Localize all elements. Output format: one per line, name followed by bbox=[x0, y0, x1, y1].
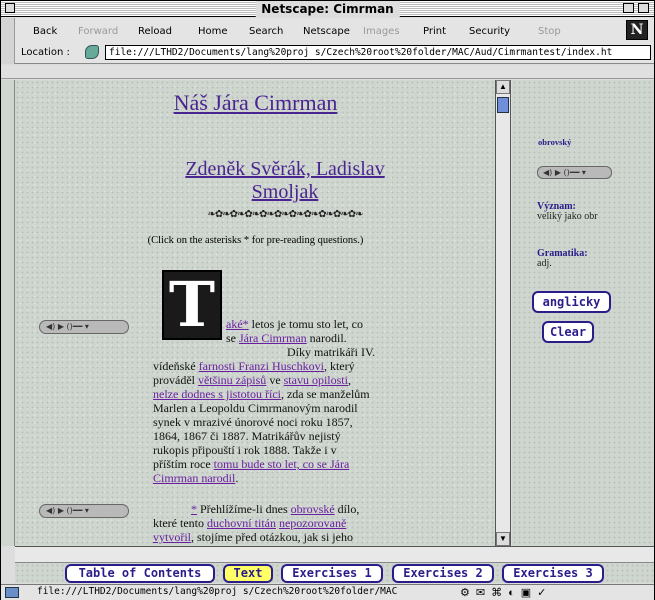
page-proxy-icon[interactable] bbox=[85, 45, 99, 59]
vocab-link[interactable]: Cimrman narodil bbox=[153, 471, 235, 485]
close-box[interactable] bbox=[5, 3, 15, 13]
nav-exercises-1[interactable]: Exercises 1 bbox=[281, 564, 383, 583]
audio-player-2[interactable]: ◀) ▶ ()━━ ▾ bbox=[39, 504, 129, 518]
location-field[interactable]: file:///LTHD2/Documents/lang%20proj s/Cz… bbox=[105, 45, 651, 60]
text-span: ve bbox=[266, 373, 284, 387]
home-button[interactable]: Home bbox=[198, 26, 228, 37]
browser-window: Netscape: Cimrman Back Forward Reload Ho… bbox=[0, 0, 655, 600]
scroll-up-arrow-icon[interactable]: ▲ bbox=[496, 80, 510, 94]
ornament-divider: ❧✿❧✿❧✿❧✿❧✿❧✿❧✿❧✿❧✿❧✿❧ bbox=[207, 209, 364, 219]
paragraph-1-body: vídeňské farnosti Franzi Huschkovi, kter… bbox=[153, 359, 488, 485]
text-span: příštím roce bbox=[153, 457, 214, 471]
netscape-button[interactable]: Netscape bbox=[303, 26, 350, 37]
search-button[interactable]: Search bbox=[249, 26, 283, 37]
scroll-thumb[interactable] bbox=[497, 97, 509, 113]
scroll-down-arrow-icon[interactable]: ▼ bbox=[496, 532, 510, 546]
vocab-link[interactable]: obrovské bbox=[291, 502, 335, 516]
text-span: narodil. bbox=[306, 331, 347, 345]
frame-divider bbox=[15, 546, 654, 562]
vocab-link[interactable]: duchovní titán bbox=[207, 516, 276, 530]
navigation-toolbar: Back Forward Reload Home Search Netscape… bbox=[1, 18, 654, 64]
clear-button[interactable]: Clear bbox=[542, 321, 594, 343]
grammar-value: adj. bbox=[537, 258, 552, 269]
text-span: prováděl bbox=[153, 373, 198, 387]
vocab-link[interactable]: nepozorovaně bbox=[279, 516, 346, 530]
glossary-word: obrovský bbox=[538, 137, 572, 147]
toolbar-collapse-grip[interactable] bbox=[1, 18, 15, 64]
text-span: letos je tomu sto let, co bbox=[248, 317, 363, 331]
text-span: , zda se manželům bbox=[280, 387, 370, 401]
netscape-logo[interactable]: N bbox=[626, 20, 648, 40]
drop-cap: T bbox=[162, 270, 222, 340]
stop-button: Stop bbox=[538, 26, 561, 37]
text-span: , stojíme před otázkou, jak si jeho bbox=[191, 530, 353, 544]
window-title: Netscape: Cimrman bbox=[255, 1, 400, 17]
text-span: . bbox=[235, 471, 239, 485]
vocab-link[interactable]: tomu bude sto let, co se Jára bbox=[214, 457, 350, 471]
component-bar-icons[interactable]: ⚙✉⌘◐▣✓ bbox=[460, 586, 650, 600]
content-scrollbar[interactable]: ▲ ▼ bbox=[496, 80, 511, 546]
authors-link[interactable]: Zdeněk Svěrák, Ladislav Smoljak bbox=[165, 158, 405, 204]
page-title[interactable]: Náš Jára Cimrman bbox=[15, 90, 495, 116]
bottom-navigation-frame: Table of Contents Text Exercises 1 Exerc… bbox=[15, 562, 654, 583]
text-span: Marlen a Leopoldu Cimrmanovým narodil bbox=[153, 401, 358, 415]
asterisk-link[interactable]: aké* bbox=[226, 317, 249, 331]
glossary-frame: obrovský ◀) ▶ ()━━ ▾ Význam: veliký jako… bbox=[512, 80, 654, 546]
text-span: rukopis připouští i rok 1888. Takže i v bbox=[153, 443, 337, 457]
images-button: Images bbox=[363, 26, 400, 37]
paragraph-1-line3: Díky matrikáři IV. bbox=[287, 345, 376, 359]
vocab-link[interactable]: stavu opilosti bbox=[284, 373, 348, 387]
text-span: vídeňské bbox=[153, 359, 199, 373]
reload-button[interactable]: Reload bbox=[138, 26, 172, 37]
instructions-note: (Click on the asterisks * for pre-readin… bbox=[147, 235, 364, 246]
collapse-box[interactable] bbox=[638, 3, 649, 13]
print-button[interactable]: Print bbox=[423, 26, 446, 37]
text-span: Přehlížíme-li dnes bbox=[197, 502, 291, 516]
back-button[interactable]: Back bbox=[33, 26, 57, 37]
forward-button: Forward bbox=[78, 26, 119, 37]
english-button[interactable]: anglicky bbox=[532, 291, 611, 313]
location-label: Location : bbox=[21, 47, 70, 58]
vocab-link[interactable]: většinu zápisů bbox=[198, 373, 266, 387]
paragraph-1-top: aké* letos je tomu sto let, co se Jára C… bbox=[226, 317, 486, 345]
meaning-value: veliký jako obr bbox=[537, 211, 598, 222]
nav-text[interactable]: Text bbox=[223, 564, 273, 583]
main-text-frame: Náš Jára Cimrman Zdeněk Svěrák, Ladislav… bbox=[15, 80, 496, 546]
paragraph-2: * Přehlížíme-li dnes obrovské dílo, kter… bbox=[153, 502, 488, 544]
text-span: , bbox=[347, 373, 351, 387]
audio-player-1[interactable]: ◀) ▶ ()━━ ▾ bbox=[39, 320, 129, 334]
text-span: se bbox=[226, 331, 239, 345]
vocab-link[interactable]: Jára Cimrman bbox=[239, 331, 307, 345]
vocab-link[interactable]: nelze dodnes s jistotou říci bbox=[153, 387, 281, 401]
nav-exercises-2[interactable]: Exercises 2 bbox=[392, 564, 494, 583]
nav-exercises-3[interactable]: Exercises 3 bbox=[502, 564, 604, 583]
status-text: file:///LTHD2/Documents/lang%20proj s/Cz… bbox=[37, 586, 398, 597]
text-span: dílo, bbox=[334, 502, 360, 516]
nav-table-of-contents[interactable]: Table of Contents bbox=[65, 564, 215, 583]
text-span: , který bbox=[323, 359, 355, 373]
status-bar: file:///LTHD2/Documents/lang%20proj s/Cz… bbox=[1, 584, 654, 600]
text-span: které tento bbox=[153, 516, 207, 530]
glossary-audio-player[interactable]: ◀) ▶ ()━━ ▾ bbox=[537, 166, 612, 179]
text-span: 1864, 1867 či 1887. Matrikářův nejistý bbox=[153, 429, 341, 443]
content-left-margin bbox=[1, 80, 15, 546]
title-bar[interactable]: Netscape: Cimrman bbox=[1, 1, 654, 17]
personal-toolbar[interactable] bbox=[1, 65, 654, 79]
zoom-box[interactable] bbox=[623, 3, 634, 13]
text-span: synek v mrazivé únorové noci roku 1857, bbox=[153, 415, 353, 429]
vocab-link[interactable]: farnosti Franzi Huschkovi bbox=[199, 359, 324, 373]
vocab-link[interactable]: vytvořil bbox=[153, 530, 191, 544]
security-button[interactable]: Security bbox=[469, 26, 510, 37]
connection-icon bbox=[5, 587, 19, 598]
